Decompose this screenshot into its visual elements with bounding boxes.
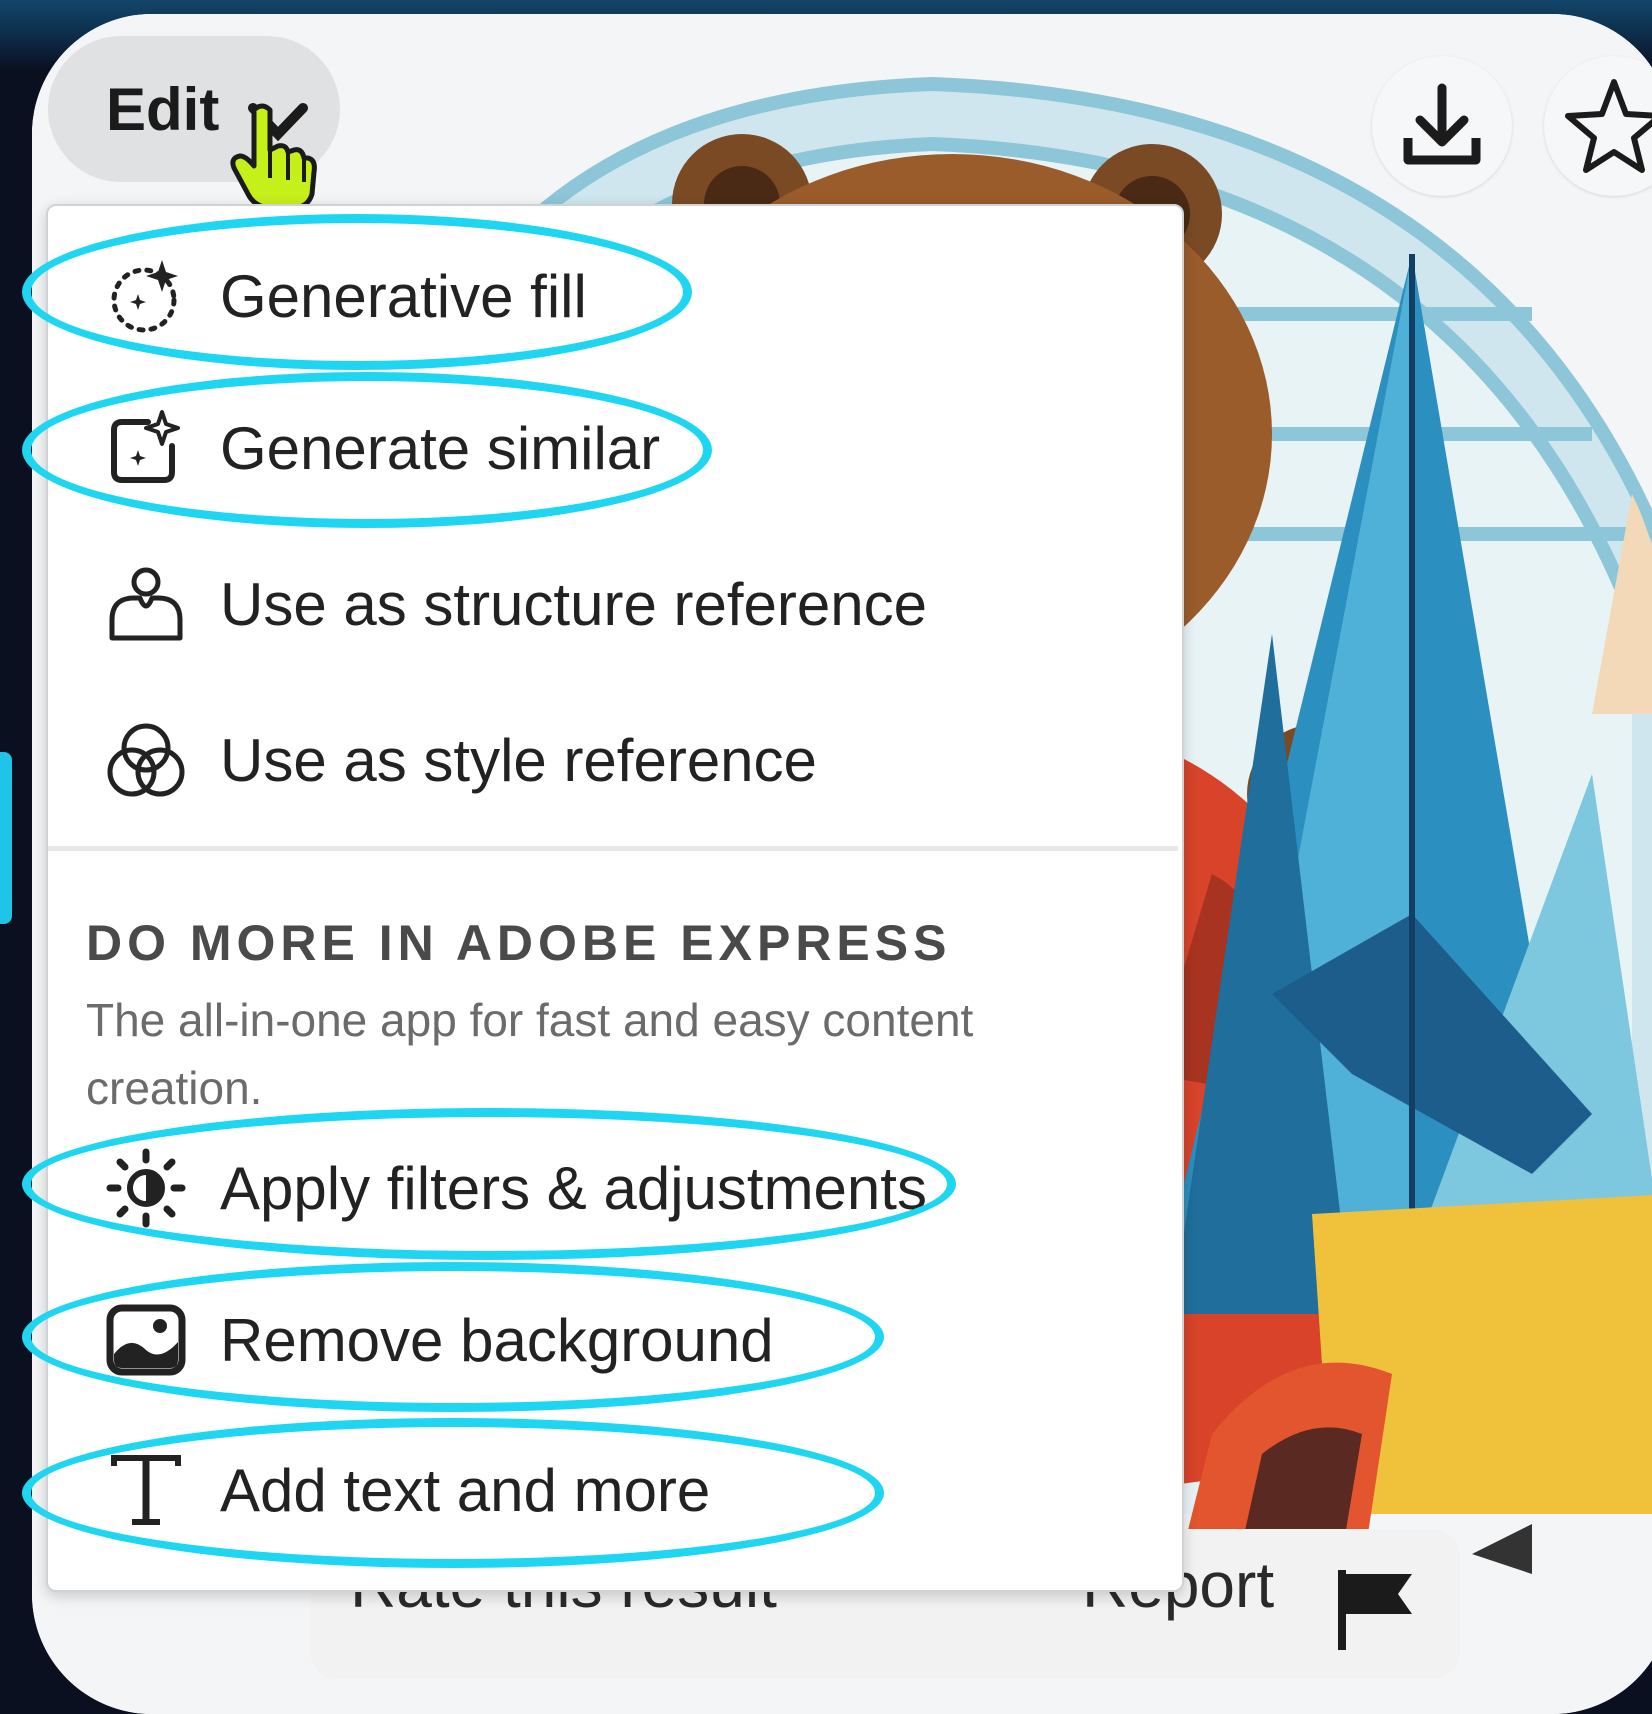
express-section-title: DO MORE IN ADOBE EXPRESS — [86, 915, 952, 971]
side-tab-accent — [0, 752, 12, 924]
menu-item-label: Use as style reference — [220, 726, 817, 794]
generate-similar-icon — [111, 410, 180, 483]
menu-divider — [48, 846, 1178, 851]
flag-icon[interactable] — [1332, 1564, 1422, 1654]
menu-item-generative-fill[interactable]: Generative fill — [48, 226, 1178, 366]
menu-item-label: Generative fill — [220, 262, 587, 330]
style-reference-icon — [107, 723, 185, 797]
favorite-button[interactable] — [1544, 56, 1652, 196]
menu-item-add-text[interactable]: Add text and more — [48, 1420, 1178, 1560]
menu-item-generate-similar[interactable]: Generate similar — [48, 378, 1178, 518]
hand-cursor-icon — [230, 103, 317, 211]
menu-item-structure-reference[interactable]: Use as structure reference — [48, 534, 1178, 674]
menu-item-label: Apply filters & adjustments — [220, 1154, 927, 1222]
generative-fill-icon — [111, 260, 178, 333]
menu-item-label: Add text and more — [220, 1456, 711, 1524]
add-text-icon — [111, 1455, 181, 1525]
edit-dropdown-menu: Generative fill Generate similar Use as … — [46, 204, 1184, 1592]
remove-background-icon — [106, 1304, 186, 1376]
edit-label: Edit — [106, 75, 220, 143]
structure-reference-icon — [109, 567, 183, 641]
express-section-description: The all-in-one app for fast and easy con… — [86, 994, 974, 1114]
star-icon — [1565, 79, 1652, 173]
menu-item-label: Generate similar — [220, 414, 661, 482]
download-icon — [1403, 83, 1481, 165]
filters-adjustments-icon — [106, 1148, 186, 1228]
menu-item-remove-background[interactable]: Remove background — [48, 1270, 1178, 1410]
menu-item-label: Remove background — [220, 1306, 774, 1374]
download-button[interactable] — [1372, 56, 1512, 196]
menu-item-apply-filters[interactable]: Apply filters & adjustments — [48, 1118, 1178, 1258]
menu-item-label: Use as structure reference — [220, 570, 927, 638]
menu-item-style-reference[interactable]: Use as style reference — [48, 690, 1178, 830]
